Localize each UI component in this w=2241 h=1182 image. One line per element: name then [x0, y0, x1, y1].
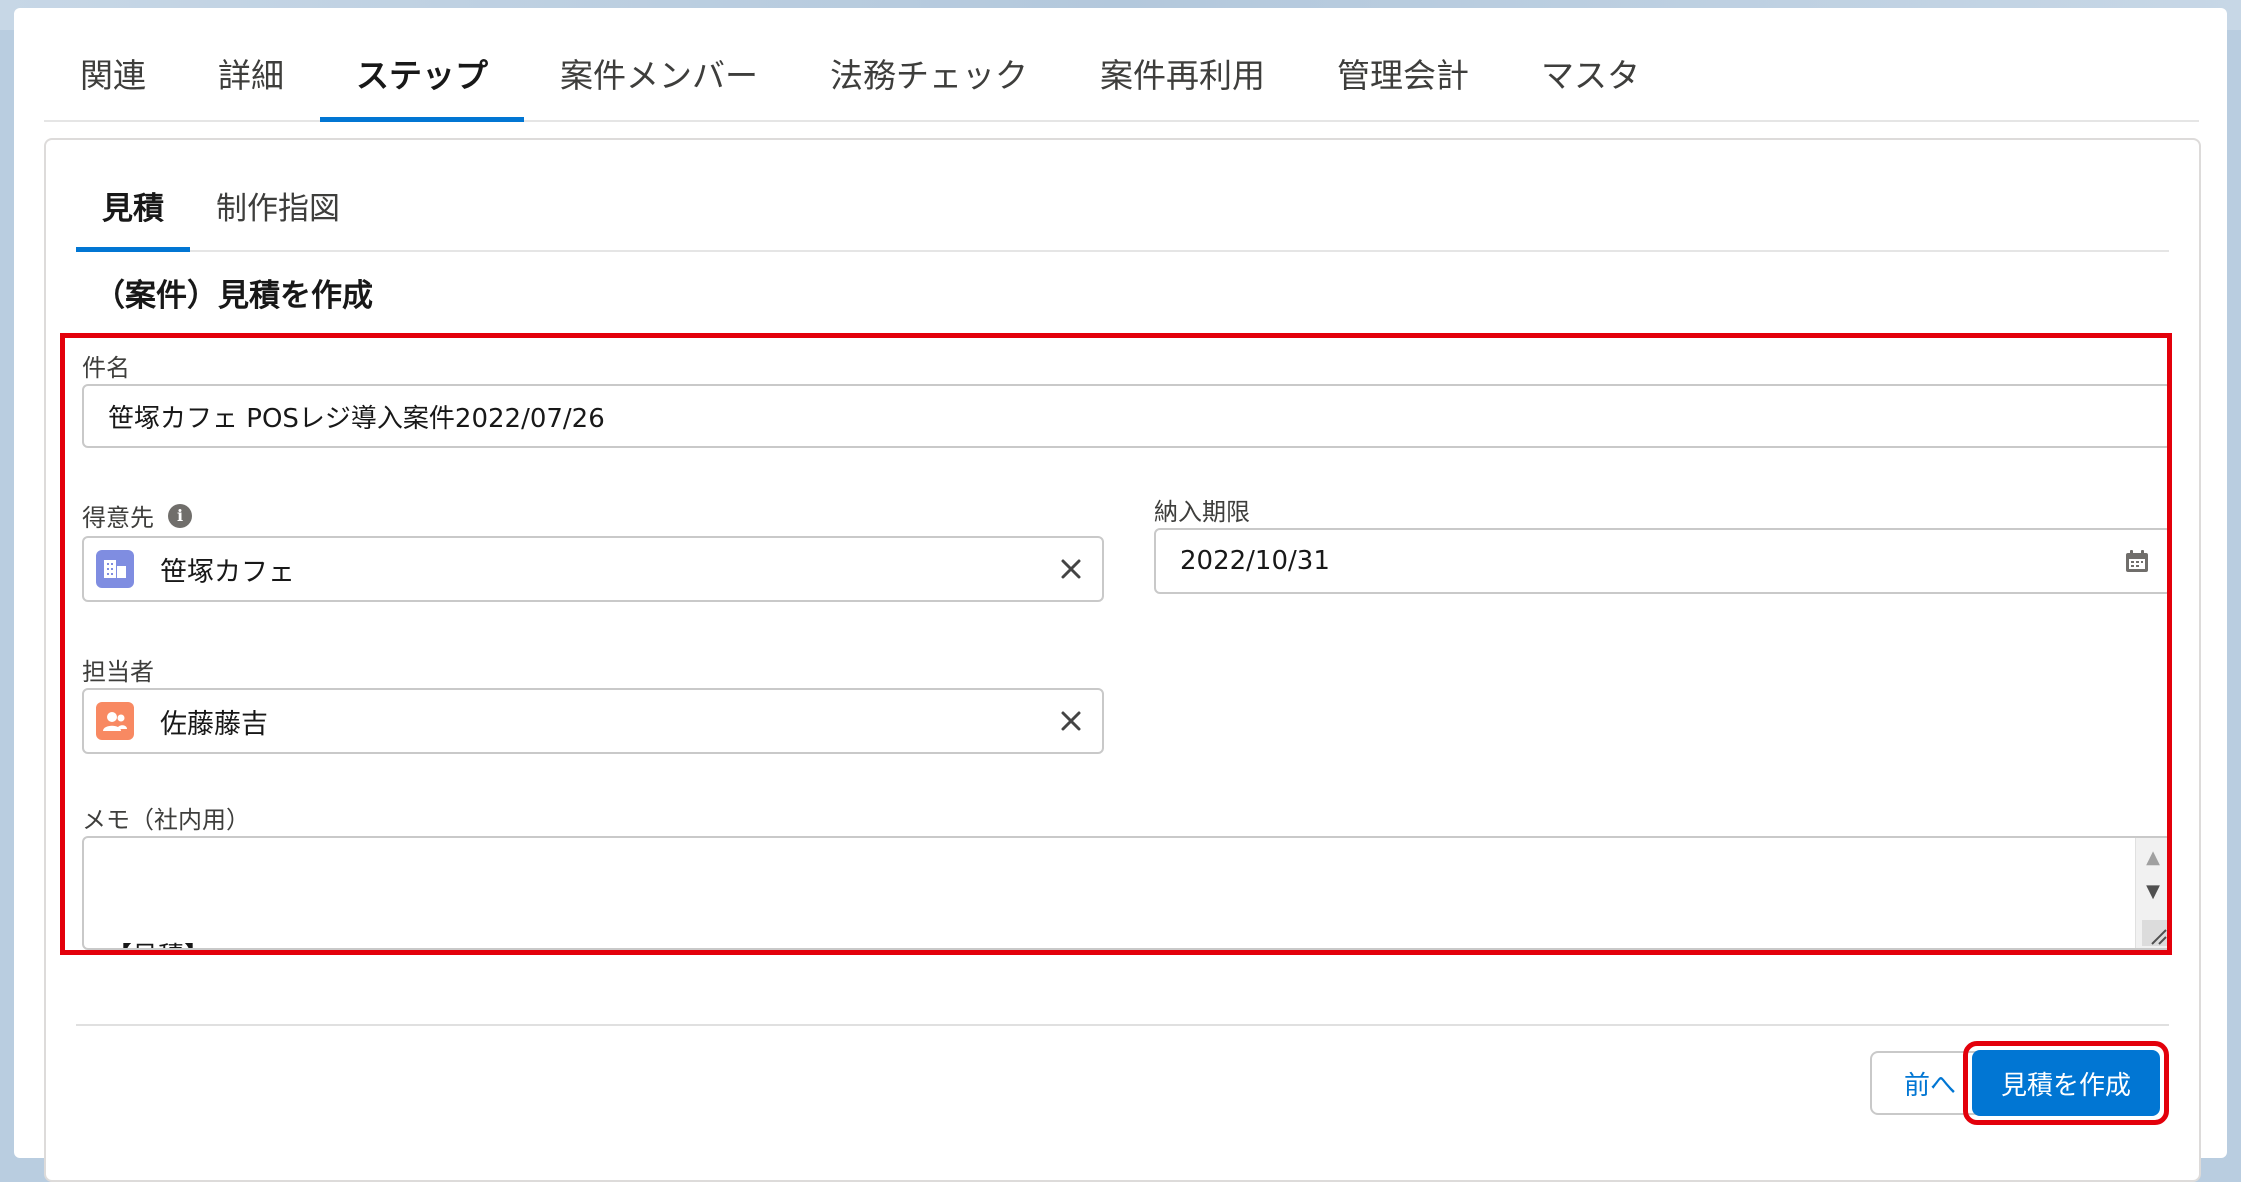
tab-production-order[interactable]: 制作指図: [190, 178, 366, 250]
step-sub-tabs: 見積 制作指図: [76, 178, 2169, 252]
tab-details[interactable]: 詳細: [182, 48, 320, 120]
tab-quote[interactable]: 見積: [76, 178, 190, 252]
create-quote-button[interactable]: 見積を作成: [1972, 1050, 2160, 1116]
tab-management-accounting[interactable]: 管理会計: [1301, 48, 1505, 120]
record-tabs: 関連 詳細 ステップ 案件メンバー 法務チェック 案件再利用 管理会計 マスタ: [44, 48, 2199, 122]
tab-steps[interactable]: ステップ: [320, 48, 524, 122]
form-title: （案件）見積を作成: [94, 278, 373, 314]
annotation-highlight-fields: [60, 333, 2172, 955]
tab-members[interactable]: 案件メンバー: [524, 48, 794, 120]
tab-reuse[interactable]: 案件再利用: [1064, 48, 1301, 120]
step-card: 見積 制作指図 （案件）見積を作成 件名 笹塚カフェ POSレジ導入案件2022…: [44, 138, 2201, 1182]
footer-divider: [76, 1024, 2169, 1026]
tab-related[interactable]: 関連: [44, 48, 182, 120]
record-page: 関連 詳細 ステップ 案件メンバー 法務チェック 案件再利用 管理会計 マスタ …: [14, 8, 2227, 1182]
tab-master[interactable]: マスタ: [1505, 48, 1676, 120]
tab-legal-check[interactable]: 法務チェック: [794, 48, 1064, 120]
